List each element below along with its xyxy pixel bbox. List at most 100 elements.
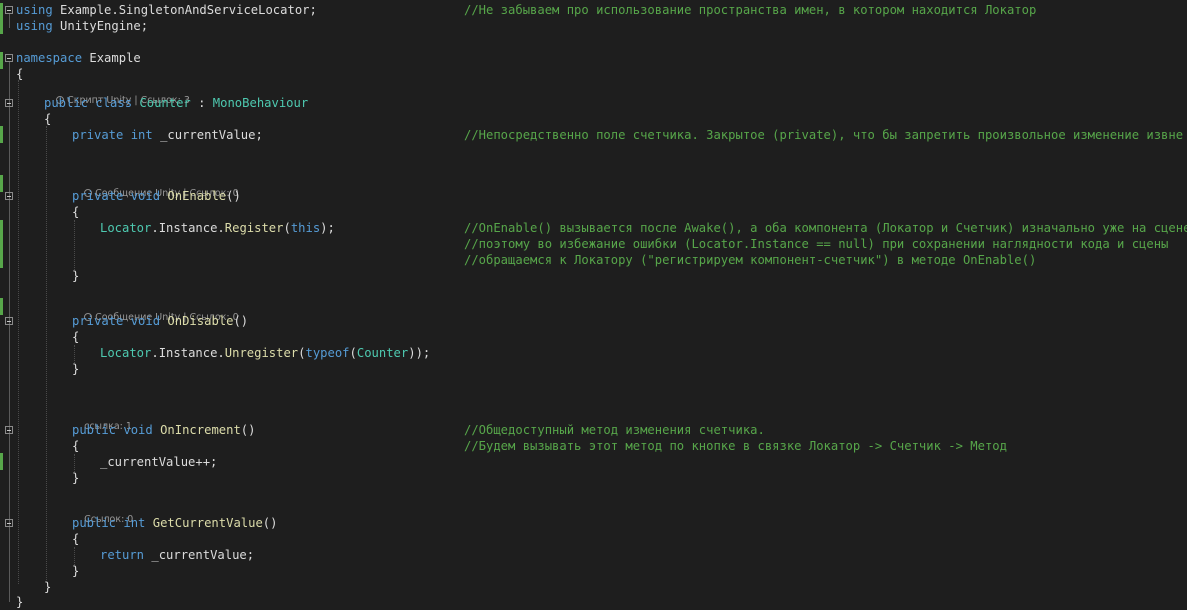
comment-text: //Непосредственно поле счетчика. Закрыто… bbox=[464, 128, 1184, 142]
collapse-toggle-icon[interactable] bbox=[5, 6, 13, 14]
code-comment[interactable]: //Общедоступный метод изменения счетчика… bbox=[464, 422, 765, 438]
code-token: . bbox=[217, 346, 225, 360]
collapse-toggle-icon[interactable] bbox=[5, 426, 13, 434]
code-line-brace[interactable]: } bbox=[72, 361, 79, 377]
code-line-brace[interactable]: } bbox=[44, 579, 51, 595]
change-margin-mark bbox=[0, 3, 3, 34]
change-margin-mark bbox=[0, 453, 3, 470]
codelens-ondisable[interactable]: Сообщение Unity | Ссылок: 0 bbox=[72, 300, 239, 323]
type-token: Locator bbox=[100, 346, 152, 360]
code-token: { bbox=[16, 67, 24, 81]
method-token: OnDisable bbox=[167, 314, 234, 328]
collapse-toggle-icon[interactable] bbox=[5, 99, 13, 107]
code-line-using-locator[interactable]: using Example.SingletonAndServiceLocator… bbox=[16, 2, 317, 18]
code-line-brace[interactable]: } bbox=[72, 470, 79, 486]
method-token: Register bbox=[224, 221, 284, 235]
code-line-increment[interactable]: _currentValue++; bbox=[100, 454, 217, 470]
code-comment[interactable]: //поэтому во избежание ошибки (Locator.I… bbox=[464, 236, 1168, 252]
keyword-token: void bbox=[123, 423, 153, 437]
keyword-token: public bbox=[72, 516, 117, 530]
code-line-brace[interactable]: { bbox=[16, 66, 23, 82]
method-token: GetCurrentValue bbox=[152, 516, 263, 530]
method-token: OnEnable bbox=[167, 189, 227, 203]
code-token: { bbox=[72, 330, 80, 344]
code-token: Instance bbox=[158, 221, 218, 235]
comment-text: //Не забываем про использование простран… bbox=[464, 3, 1037, 17]
code-editor[interactable]: Скрипт Unity | Ссылок: 3 Сообщение Unity… bbox=[0, 0, 1187, 610]
code-line-brace[interactable]: } bbox=[72, 268, 79, 284]
codelens-class[interactable]: Скрипт Unity | Ссылок: 3 bbox=[44, 83, 190, 106]
keyword-token: class bbox=[95, 96, 133, 110]
collapse-toggle-icon[interactable] bbox=[5, 54, 13, 62]
code-token: . bbox=[151, 346, 159, 360]
code-line-brace[interactable]: { bbox=[44, 111, 51, 127]
code-line-getvalue-declaration[interactable]: public int GetCurrentValue() bbox=[72, 515, 277, 531]
codelens-onenable[interactable]: Сообщение Unity | Ссылок: 0 bbox=[72, 176, 239, 199]
code-token: { bbox=[72, 532, 80, 546]
collapse-toggle-icon[interactable] bbox=[5, 317, 13, 325]
code-token: _currentValue; bbox=[152, 128, 263, 142]
code-token: () bbox=[262, 516, 278, 530]
code-token: . bbox=[217, 221, 225, 235]
code-line-onenable-declaration[interactable]: private void OnEnable() bbox=[72, 188, 241, 204]
indent-guide bbox=[18, 80, 19, 584]
code-line-brace[interactable]: { bbox=[72, 204, 79, 220]
code-line-brace[interactable]: { bbox=[72, 531, 79, 547]
code-line-unregister-call[interactable]: Locator.Instance.Unregister(typeof(Count… bbox=[100, 345, 430, 361]
code-line-namespace[interactable]: namespace Example bbox=[16, 50, 141, 66]
keyword-token: using bbox=[16, 19, 53, 33]
code-line-return[interactable]: return _currentValue; bbox=[100, 547, 254, 563]
keyword-token: this bbox=[290, 221, 321, 235]
code-line-ondisable-declaration[interactable]: private void OnDisable() bbox=[72, 313, 248, 329]
code-token: } bbox=[44, 580, 52, 594]
keyword-token: namespace bbox=[16, 51, 83, 65]
code-comment[interactable]: //Будем вызывать этот метод по кнопке в … bbox=[464, 438, 1007, 454]
code-comment[interactable]: //обращаемся к Локатору ("регистрируем к… bbox=[464, 252, 1036, 268]
code-line-using-unityengine[interactable]: using UnityEngine; bbox=[16, 18, 148, 34]
code-line-onincrement-declaration[interactable]: public void OnIncrement() bbox=[72, 422, 255, 438]
code-line-field[interactable]: private int _currentValue; bbox=[72, 127, 263, 143]
collapse-toggle-icon[interactable] bbox=[5, 192, 13, 200]
code-line-brace[interactable]: { bbox=[72, 329, 79, 345]
code-line-brace[interactable]: } bbox=[72, 563, 79, 579]
keyword-token: int bbox=[123, 516, 146, 530]
change-margin-mark bbox=[0, 126, 3, 143]
code-comment[interactable]: //Непосредственно поле счетчика. Закрыто… bbox=[464, 127, 1183, 143]
code-token: } bbox=[72, 269, 80, 283]
code-comment[interactable]: //OnEnable() вызывается после Awake(), а… bbox=[464, 220, 1187, 236]
codelens-onincrement[interactable]: ссылка: 1 bbox=[72, 409, 132, 432]
keyword-token: return bbox=[100, 548, 145, 562]
code-token: { bbox=[44, 112, 52, 126]
code-token: { bbox=[72, 439, 80, 453]
code-line-brace[interactable]: { bbox=[72, 438, 79, 454]
code-comment[interactable]: //Не забываем про использование простран… bbox=[464, 2, 1036, 18]
keyword-token: typeof bbox=[305, 346, 350, 360]
code-token: . bbox=[151, 221, 159, 235]
code-line-register-call[interactable]: Locator.Instance.Register(this); bbox=[100, 220, 335, 236]
change-margin-mark bbox=[0, 52, 3, 69]
collapse-toggle-icon[interactable] bbox=[5, 519, 13, 527]
keyword-token: private bbox=[72, 128, 124, 142]
codelens-getvalue[interactable]: Ссылок: 0 bbox=[72, 502, 133, 525]
code-line-brace[interactable]: } bbox=[16, 594, 23, 610]
code-token: } bbox=[72, 564, 80, 578]
indent-guide bbox=[46, 126, 47, 580]
code-token: } bbox=[72, 362, 80, 376]
type-token: Counter bbox=[139, 96, 191, 110]
change-margin-mark bbox=[0, 298, 3, 315]
keyword-token: private bbox=[72, 314, 124, 328]
keyword-token: void bbox=[130, 189, 161, 203]
change-margin-mark bbox=[0, 220, 3, 268]
code-token: { bbox=[72, 205, 80, 219]
code-line-class-declaration[interactable]: public class Counter : MonoBehaviour bbox=[44, 95, 308, 111]
code-token: _currentValue; bbox=[144, 548, 255, 562]
code-token: UnityEngine; bbox=[52, 19, 149, 33]
type-token: Counter bbox=[356, 346, 409, 360]
comment-text: //обращаемся к Локатору ("регистрируем к… bbox=[464, 253, 1037, 267]
keyword-token: void bbox=[130, 314, 161, 328]
